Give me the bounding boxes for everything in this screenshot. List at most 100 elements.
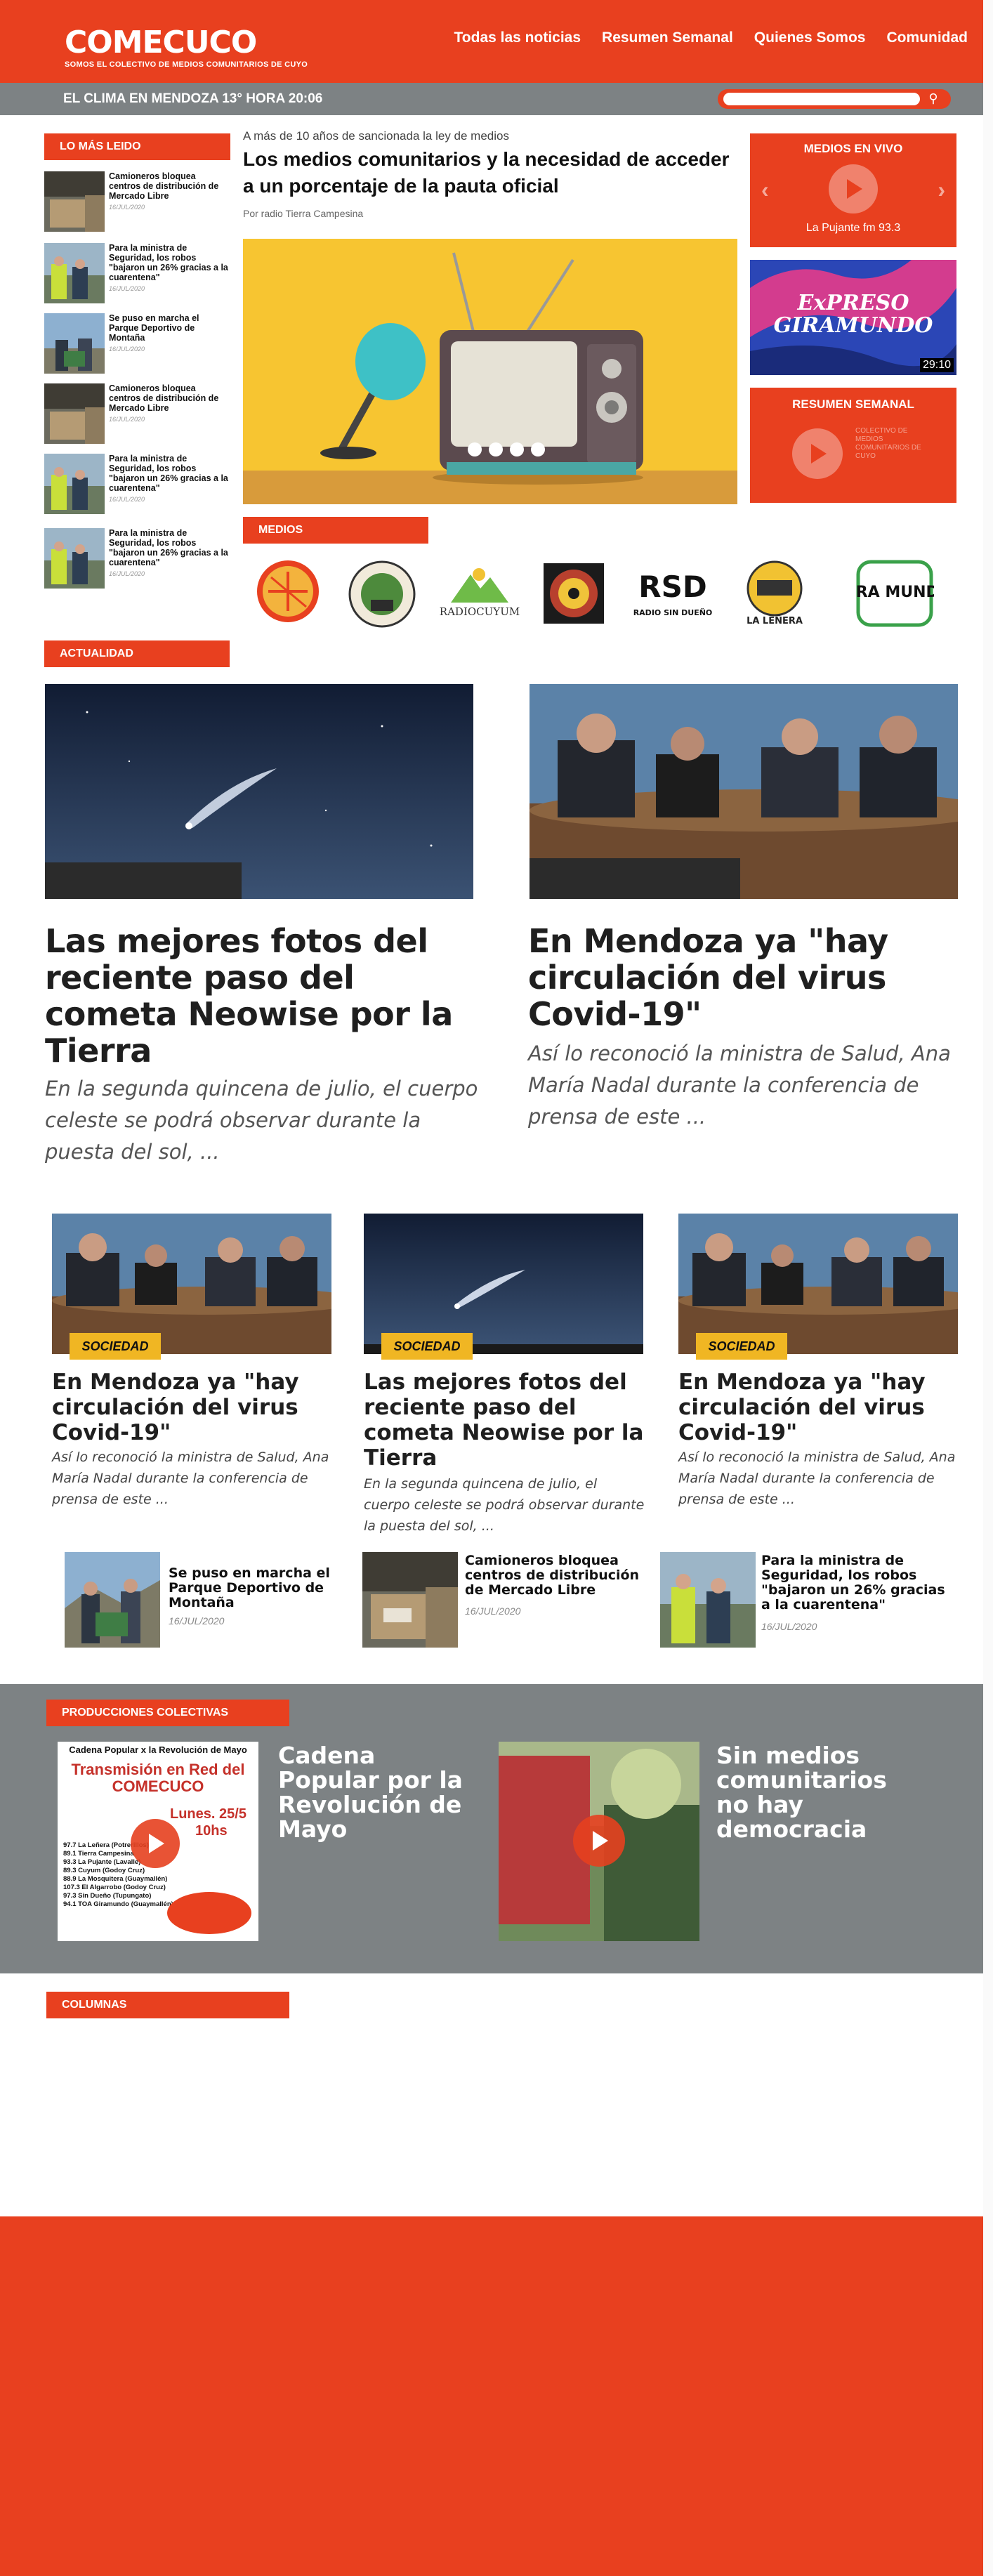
list-item-title: Para la ministra de Seguridad, los robos…	[109, 243, 228, 282]
radio-logo-4[interactable]	[542, 562, 605, 625]
production-image[interactable]	[499, 1742, 699, 1941]
list-item-date: 16/JUL/2020	[109, 346, 145, 353]
site-header: COMECUCO SOMOS EL COLECTIVO DE MEDIOS CO…	[0, 0, 983, 83]
thumb-image	[44, 528, 105, 589]
list-item[interactable]: Se puso en marcha el Parque Deportivo de…	[44, 313, 230, 374]
next-arrow-icon[interactable]: ›	[938, 177, 945, 203]
play-icon	[593, 1831, 608, 1851]
production-title[interactable]: Sin medios comunitarios no hay democraci…	[716, 1743, 927, 1841]
weather-bar: EL CLIMA EN MENDOZA 13° HORA 20:06 ⚲	[0, 83, 983, 115]
la-lenera-text: LA LEÑERA	[747, 615, 803, 626]
producciones-label: PRODUCCIONES COLECTIVAS	[46, 1700, 289, 1726]
la-lenera-logo[interactable]: LA LEÑERA	[736, 559, 813, 629]
category-badge[interactable]: SOCIEDAD	[381, 1333, 473, 1360]
radio-logo-2[interactable]	[347, 560, 417, 628]
poster-main: Transmisión en Red del COMECUCO	[71, 1761, 245, 1795]
actualidad-label: ACTUALIDAD	[44, 640, 230, 667]
columnas-label: COLUMNAS	[46, 1992, 289, 2018]
card-excerpt: Así lo reconoció la ministra de Salud, A…	[52, 1450, 329, 1507]
medios-en-vivo-title: MEDIOS EN VIVO	[803, 142, 903, 155]
list-item-date: 16/JUL/2020	[109, 416, 145, 423]
medios-en-vivo-box: MEDIOS EN VIVO ‹ › La Pujante fm 93.3	[750, 133, 956, 247]
card-title[interactable]: En Mendoza ya "hay circulación del virus…	[678, 1369, 959, 1445]
play-button[interactable]	[792, 428, 843, 479]
big-story-excerpt: Así lo reconoció la ministra de Salud, A…	[528, 1041, 951, 1129]
comet-photo	[45, 684, 473, 899]
site-footer	[0, 2216, 983, 2576]
list-item[interactable]: Para la ministra de Seguridad, los robos…	[44, 528, 230, 589]
svg-text:RSD: RSD	[638, 570, 706, 604]
play-icon	[847, 179, 862, 199]
mini-image	[362, 1552, 458, 1648]
thumb-image	[44, 383, 105, 444]
search-box: ⚲	[718, 89, 951, 109]
play-icon	[811, 444, 827, 464]
list-item[interactable]: Para la ministra de Seguridad, los robos…	[44, 454, 230, 514]
radio-logo-1[interactable]	[256, 559, 320, 624]
card-excerpt: Así lo reconoció la ministra de Salud, A…	[678, 1450, 956, 1507]
featured-kicker: A más de 10 años de sancionada la ley de…	[243, 129, 509, 143]
mini-story[interactable]: Camioneros bloquea centros de distribuci…	[362, 1552, 643, 1650]
mini-title: Camioneros bloquea centros de distribuci…	[465, 1553, 640, 1598]
nav-quienes-somos[interactable]: Quienes Somos	[754, 29, 866, 46]
thumb-image	[44, 454, 105, 514]
big-story-title[interactable]: En Mendoza ya "hay circulación del virus…	[528, 923, 964, 1032]
poster-head: Cadena Popular x la Revolución de Mayo	[69, 1744, 247, 1755]
nav-comunidad[interactable]: Comunidad	[887, 29, 968, 46]
poster-station: 94.1 TOA Giramundo (Guaymallén)	[63, 1900, 173, 1908]
search-input[interactable]	[723, 93, 920, 105]
big-story-image-conference[interactable]	[530, 684, 958, 899]
production-title[interactable]: Cadena Popular por la Revolución de Mayo	[278, 1743, 482, 1841]
radiocuyum-logo[interactable]: RADIOCUYUM	[437, 560, 522, 625]
list-item-title: Camioneros bloquea centros de distribuci…	[109, 383, 219, 413]
category-badge[interactable]: SOCIEDAD	[70, 1333, 161, 1360]
comecuco-watermark: COLECTIVO DE MEDIOS COMUNITARIOS DE CUYO	[855, 427, 921, 460]
retro-tv-illustration	[243, 239, 737, 504]
list-item-title: Para la ministra de Seguridad, los robos…	[109, 454, 228, 493]
list-item-title: Camioneros bloquea centros de distribuci…	[109, 171, 219, 201]
giramundo-logo[interactable]: GIRA MUNDO	[855, 559, 934, 628]
thumb-image	[44, 171, 105, 232]
mini-date: 16/JUL/2020	[761, 1621, 817, 1632]
production-poster[interactable]: Cadena Popular x la Revolución de Mayo T…	[58, 1742, 258, 1941]
big-story-image-comet[interactable]	[45, 684, 473, 899]
page-scrollbar-gutter	[983, 0, 993, 2576]
featured-title[interactable]: Los medios comunitarios y la necesidad d…	[243, 146, 735, 199]
expreso-giramundo-video[interactable]: ExPRESO GIRAMUNDO 29:10	[750, 260, 956, 375]
list-item[interactable]: Camioneros bloquea centros de distribuci…	[44, 383, 230, 444]
list-item[interactable]: Camioneros bloquea centros de distribuci…	[44, 171, 230, 232]
nav-resumen-semanal[interactable]: Resumen Semanal	[602, 29, 733, 46]
poster-station: 97.3 Sin Dueño (Tupungato)	[63, 1892, 152, 1900]
brand-name: COMECUCO	[65, 25, 257, 60]
mini-date: 16/JUL/2020	[465, 1605, 521, 1617]
category-badge[interactable]: SOCIEDAD	[696, 1333, 787, 1360]
play-button[interactable]	[131, 1819, 180, 1868]
search-icon[interactable]: ⚲	[923, 91, 944, 107]
mini-story[interactable]: Se puso en marcha el Parque Deportivo de…	[65, 1552, 338, 1650]
mini-date: 16/JUL/2020	[169, 1615, 225, 1627]
poster-logo-badge	[167, 1892, 251, 1934]
big-story-title[interactable]: Las mejores fotos del reciente paso del …	[45, 923, 480, 1069]
thumb-image	[44, 313, 105, 374]
card-title[interactable]: En Mendoza ya "hay circulación del virus…	[52, 1369, 333, 1445]
list-item-date: 16/JUL/2020	[109, 285, 145, 292]
nav-todas-las-noticias[interactable]: Todas las noticias	[454, 29, 581, 46]
radio-sin-dueno-logo[interactable]: RSD RADIO SIN DUEÑO	[631, 567, 715, 621]
poster-station: 89.3 Cuyum (Godoy Cruz)	[63, 1867, 145, 1874]
list-item[interactable]: Para la ministra de Seguridad, los robos…	[44, 243, 230, 303]
mini-story[interactable]: Para la ministra de Seguridad, los robos…	[660, 1552, 955, 1650]
featured-author: Por radio Tierra Campesina	[243, 208, 364, 219]
medios-label: MEDIOS	[243, 517, 428, 544]
big-story-excerpt: En la segunda quincena de julio, el cuer…	[45, 1077, 478, 1164]
card-excerpt: En la segunda quincena de julio, el cuer…	[364, 1476, 645, 1534]
play-button[interactable]	[573, 1815, 625, 1867]
play-button[interactable]	[829, 164, 878, 213]
featured-image[interactable]	[243, 239, 737, 504]
live-station-name: La Pujante fm 93.3	[805, 222, 901, 234]
list-item-date: 16/JUL/2020	[109, 570, 145, 577]
play-icon	[149, 1834, 164, 1853]
prev-arrow-icon[interactable]: ‹	[761, 177, 769, 203]
card-title[interactable]: Las mejores fotos del reciente paso del …	[364, 1369, 645, 1471]
radio-sin-dueno-text: RADIO SIN DUEÑO	[633, 608, 713, 617]
brand-logo[interactable]: COMECUCO SOMOS EL COLECTIVO DE MEDIOS CO…	[65, 25, 308, 70]
